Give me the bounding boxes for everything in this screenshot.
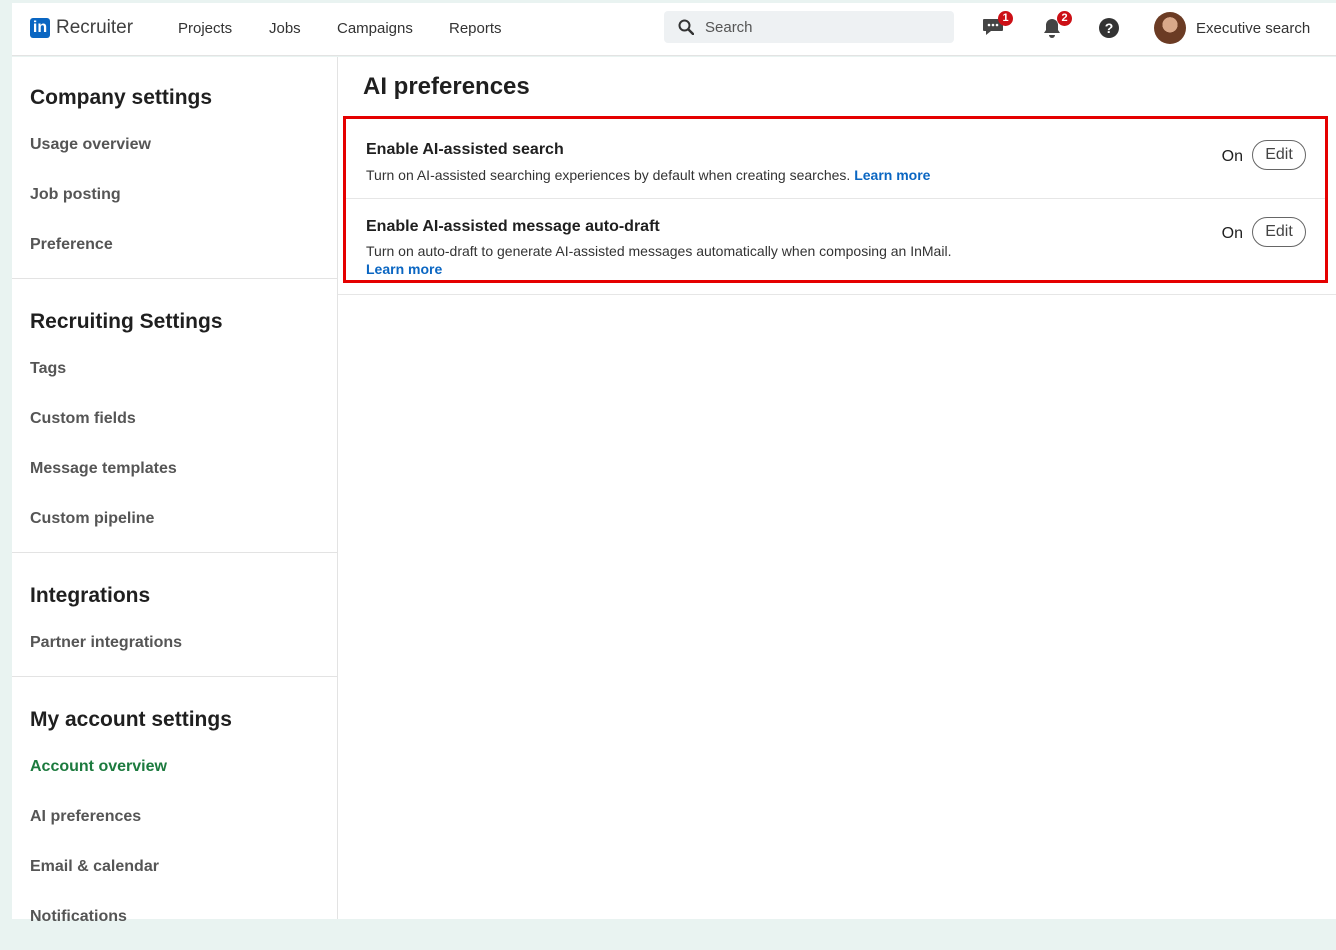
pref-description: Turn on AI-assisted searching experience… [366, 166, 986, 184]
learn-more-link[interactable]: Learn more [366, 261, 442, 277]
integrations-section: Integrations Partner integrations [12, 553, 337, 677]
learn-more-link[interactable]: Learn more [854, 167, 930, 183]
sidebar-item-preference[interactable]: Preference [30, 220, 337, 270]
pref-desc-text: Turn on AI-assisted searching experience… [366, 167, 851, 183]
section-title: My account settings [30, 708, 232, 731]
nav-jobs[interactable]: Jobs [269, 20, 301, 37]
help-button[interactable]: ? [1099, 18, 1119, 43]
messages-button[interactable]: 1 [982, 11, 1013, 42]
nav-campaigns[interactable]: Campaigns [337, 20, 413, 37]
notifications-badge: 2 [1057, 11, 1072, 26]
main-content: AI preferences Enable AI-assisted search… [338, 57, 1336, 919]
sidebar-item-message-templates[interactable]: Message templates [30, 444, 337, 494]
sidebar-item-ai-preferences[interactable]: AI preferences [30, 792, 337, 842]
sidebar-item-usage-overview[interactable]: Usage overview [30, 120, 337, 170]
top-navigation-bar: in Recruiter Projects Jobs Campaigns Rep… [12, 3, 1336, 56]
pref-state: On [1221, 225, 1243, 242]
section-title: Recruiting Settings [30, 310, 223, 333]
nav-projects[interactable]: Projects [178, 20, 232, 37]
pref-title: Enable AI-assisted message auto-draft [366, 218, 660, 235]
my-account-settings-section: My account settings Account overview AI … [12, 677, 337, 950]
section-title: Integrations [30, 584, 151, 607]
search-placeholder: Search [705, 19, 753, 36]
sidebar-item-account-overview[interactable]: Account overview [30, 742, 337, 792]
content-divider [338, 294, 1336, 295]
sidebar-item-partner-integrations[interactable]: Partner integrations [30, 618, 337, 668]
pref-description: Turn on auto-draft to generate AI-assist… [366, 242, 986, 278]
search-icon [678, 19, 695, 40]
recruiting-settings-section: Recruiting Settings Tags Custom fields M… [12, 279, 337, 553]
help-icon: ? [1099, 18, 1119, 38]
sidebar-item-job-posting[interactable]: Job posting [30, 170, 337, 220]
brand-name: Recruiter [56, 17, 134, 38]
account-name[interactable]: Executive search [1196, 20, 1310, 37]
linkedin-logo-icon: in [30, 18, 50, 38]
pref-title: Enable AI-assisted search [366, 141, 564, 158]
settings-sidebar: Company settings Usage overview Job post… [12, 57, 338, 925]
nav-reports[interactable]: Reports [449, 20, 502, 37]
row-divider [346, 198, 1325, 199]
sidebar-item-tags[interactable]: Tags [30, 344, 337, 394]
recruiter-logo[interactable]: in Recruiter [30, 17, 133, 39]
messages-badge: 1 [998, 11, 1013, 26]
sidebar-item-custom-pipeline[interactable]: Custom pipeline [30, 494, 337, 544]
pref-desc-text: Turn on auto-draft to generate AI-assist… [366, 243, 952, 259]
company-settings-section: Company settings Usage overview Job post… [12, 57, 337, 279]
sidebar-item-email-calendar[interactable]: Email & calendar [30, 842, 337, 892]
search-input[interactable]: Search [664, 11, 954, 43]
sidebar-item-notifications[interactable]: Notifications [30, 892, 337, 942]
edit-button[interactable]: Edit [1252, 217, 1306, 247]
page-title: AI preferences [363, 73, 530, 100]
notifications-button[interactable]: 2 [1041, 11, 1072, 44]
user-avatar[interactable] [1154, 12, 1186, 44]
sidebar-item-custom-fields[interactable]: Custom fields [30, 394, 337, 444]
svg-text:?: ? [1105, 20, 1114, 36]
ai-preferences-highlight-box: Enable AI-assisted search Turn on AI-ass… [343, 116, 1328, 283]
pref-state: On [1221, 148, 1243, 165]
edit-button[interactable]: Edit [1252, 140, 1306, 170]
section-title: Company settings [30, 86, 213, 109]
